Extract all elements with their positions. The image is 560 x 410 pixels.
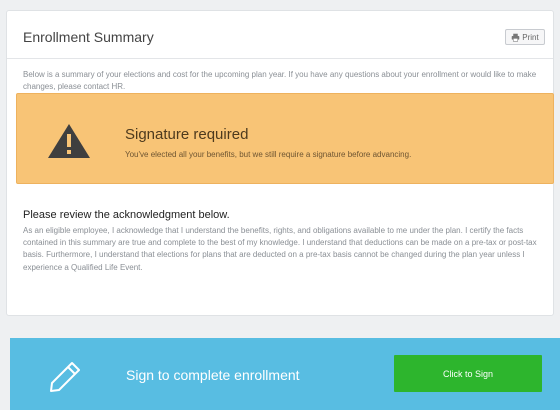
pencil-icon: [50, 362, 80, 392]
sign-panel: Sign to complete enrollment Click to Sig…: [10, 338, 560, 410]
acknowledgment-text: As an eligible employee, I acknowledge t…: [23, 226, 537, 272]
print-button[interactable]: Print: [505, 29, 545, 45]
warning-icon: [48, 124, 90, 158]
alert-title: Signature required: [125, 126, 249, 143]
sign-label: Sign to complete enrollment: [126, 367, 300, 383]
acknowledgment-heading: Please review the acknowledgment below.: [23, 209, 230, 221]
intro-text: Below is a summary of your elections and…: [23, 70, 537, 91]
card-header: Enrollment Summary Print: [7, 11, 553, 59]
printer-icon: [511, 33, 520, 42]
alert-body: You've elected all your benefits, but we…: [125, 150, 412, 159]
signature-alert: Signature required You've elected all yo…: [16, 93, 554, 184]
page-title: Enrollment Summary: [23, 29, 154, 45]
print-label: Print: [522, 32, 539, 42]
click-to-sign-button[interactable]: Click to Sign: [394, 355, 542, 392]
